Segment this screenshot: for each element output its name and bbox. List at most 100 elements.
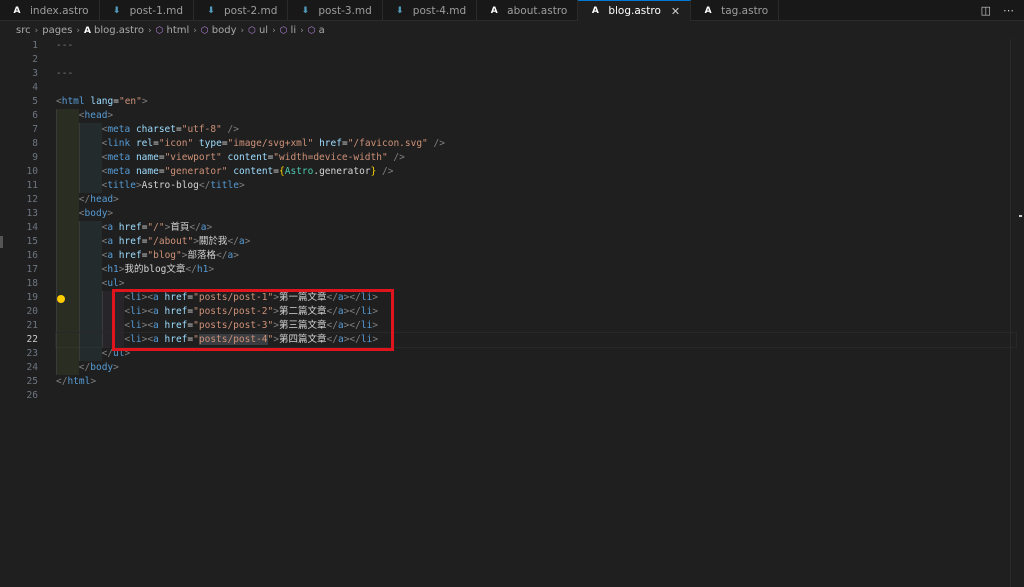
breadcrumb-label: li	[290, 25, 297, 36]
code-line[interactable]: <head>	[56, 109, 1016, 123]
close-tab-icon[interactable]: ✕	[671, 5, 680, 18]
code-line[interactable]: <title>Astro-blog</title>	[56, 179, 1016, 193]
tab-post-2-md[interactable]: ⬇ post-2.md	[194, 0, 289, 21]
breadcrumb-label: ul	[258, 25, 269, 36]
tab-post-4-md[interactable]: ⬇ post-4.md	[383, 0, 478, 21]
markdown-file-icon: ⬇	[207, 5, 215, 16]
line-number: 7	[32, 124, 38, 135]
tab-index-astro[interactable]: Aindex.astro	[0, 0, 100, 21]
tab-post-1-md[interactable]: ⬇ post-1.md	[100, 0, 194, 21]
breadcrumb-label: pages	[42, 25, 73, 36]
breadcrumb-item[interactable]: pages	[42, 25, 72, 36]
markdown-file-icon: ⬇	[396, 5, 404, 16]
scrollbar-cursor-marker	[1019, 215, 1022, 217]
tab-about-astro[interactable]: Aabout.astro	[477, 0, 579, 21]
breadcrumb-item[interactable]: src	[16, 25, 31, 36]
indent-guide	[56, 123, 79, 137]
markdown-file-icon: ⬇	[112, 5, 121, 16]
line-number-gutter: 1 2 3 4 5 6 7 8 9 10 11 12 13 14 15 16 17 18 19 20 21 22 23 24 2…	[0, 39, 48, 403]
indent-guide	[56, 165, 79, 179]
indent-guide	[78, 165, 102, 179]
symbol-element-icon: ⬡	[279, 26, 288, 36]
tab-tag-astro[interactable]: Atag.astro	[691, 0, 780, 21]
code-line[interactable]: </head>	[56, 193, 1016, 207]
code-line[interactable]: <a href="/">首頁</a>	[56, 221, 1016, 235]
line-number: 23	[26, 348, 38, 359]
indent-guide	[78, 333, 102, 347]
code-line[interactable]: <meta name="generator" content={Astro.ge…	[56, 165, 1016, 179]
code-line[interactable]: ---	[56, 39, 1016, 53]
breadcrumb-label: a	[318, 25, 325, 36]
code-line[interactable]	[56, 389, 1016, 403]
tab-label: about.astro	[507, 4, 568, 17]
code-line[interactable]: <h1>我的blog文章</h1>	[56, 263, 1016, 277]
breadcrumb-item[interactable]: Ablog.astro	[84, 25, 144, 36]
line-number: 17	[26, 264, 38, 275]
code-line[interactable]: <meta name="viewport" content="width=dev…	[56, 151, 1016, 165]
indent-guide	[56, 137, 79, 151]
code-line[interactable]: ---	[56, 67, 1016, 81]
indent-guide	[56, 193, 79, 207]
line-number: 3	[32, 68, 38, 79]
chevron-right-icon: ›	[76, 25, 81, 36]
line-number: 14	[26, 222, 38, 233]
breadcrumb-item[interactable]: ⬡ li	[280, 25, 296, 36]
line-number: 21	[26, 320, 38, 331]
tab-label: blog.astro	[608, 5, 661, 17]
breadcrumb-label: blog.astro	[93, 25, 145, 36]
chevron-right-icon: ›	[272, 25, 276, 36]
code-line[interactable]: <html lang="en">	[56, 95, 1016, 109]
code-line[interactable]: <a href="/about">關於我</a>	[56, 235, 1016, 249]
indent-guide	[78, 263, 102, 277]
indent-guide	[56, 235, 79, 249]
indent-guide	[78, 319, 102, 333]
line-number: 6	[32, 110, 38, 121]
split-editor-icon[interactable]: ◫	[981, 4, 991, 17]
code-line[interactable]	[56, 53, 1016, 67]
code-line[interactable]: </html>	[56, 375, 1016, 389]
indent-guide	[56, 109, 79, 123]
line-number: 5	[32, 96, 38, 107]
lightbulb-icon[interactable]	[57, 295, 65, 303]
line-number: 19	[26, 292, 38, 303]
editor-scrollbar[interactable]	[1010, 39, 1024, 587]
line-number: 2	[32, 54, 38, 65]
astro-file-icon: A	[591, 6, 599, 16]
breadcrumb-item[interactable]: ⬡ ul	[248, 25, 268, 36]
line-number: 16	[26, 250, 38, 261]
editor-tab-bar: Aindex.astro ⬇ post-1.md ⬇ post-2.md ⬇ post-3.…	[0, 0, 1024, 21]
chevron-right-icon: ›	[34, 25, 39, 36]
line-number: 9	[32, 152, 38, 163]
symbol-element-icon: ⬡	[200, 26, 209, 36]
tab-label: post-2.md	[224, 4, 278, 17]
indent-guide	[78, 249, 102, 263]
tab-post-3-md[interactable]: ⬇ post-3.md	[288, 0, 383, 21]
code-line[interactable]: <body>	[56, 207, 1016, 221]
more-actions-icon[interactable]: ⋯	[1003, 4, 1014, 17]
line-number: 25	[26, 376, 38, 387]
line-number: 22	[26, 334, 38, 345]
indent-guide	[56, 277, 79, 291]
indent-guide	[56, 361, 79, 375]
indent-guide	[56, 263, 79, 277]
breadcrumb-item[interactable]: ⬡ a	[308, 25, 325, 36]
line-number: 20	[26, 306, 38, 317]
astro-file-icon: A	[84, 26, 91, 36]
code-line[interactable]: <a href="blog">部落格</a>	[56, 249, 1016, 263]
breadcrumb-item[interactable]: ⬡ body	[201, 25, 237, 36]
indent-guide	[78, 291, 102, 305]
breadcrumb-item[interactable]: ⬡ html	[156, 25, 190, 36]
code-line[interactable]: <meta charset="utf-8" />	[56, 123, 1016, 137]
tab-blog-astro[interactable]: Ablog.astro ✕	[578, 0, 692, 21]
indent-guide	[56, 207, 79, 221]
indent-guide	[78, 151, 102, 165]
code-line[interactable]: <link rel="icon" type="image/svg+xml" hr…	[56, 137, 1016, 151]
indent-guide	[78, 221, 102, 235]
code-line[interactable]	[56, 81, 1016, 95]
code-line[interactable]: </body>	[56, 361, 1016, 375]
symbol-element-icon: ⬡	[307, 26, 316, 36]
indent-guide	[56, 151, 79, 165]
indent-guide	[56, 333, 79, 347]
astro-file-icon: A	[13, 5, 21, 16]
indent-guide	[56, 305, 79, 319]
